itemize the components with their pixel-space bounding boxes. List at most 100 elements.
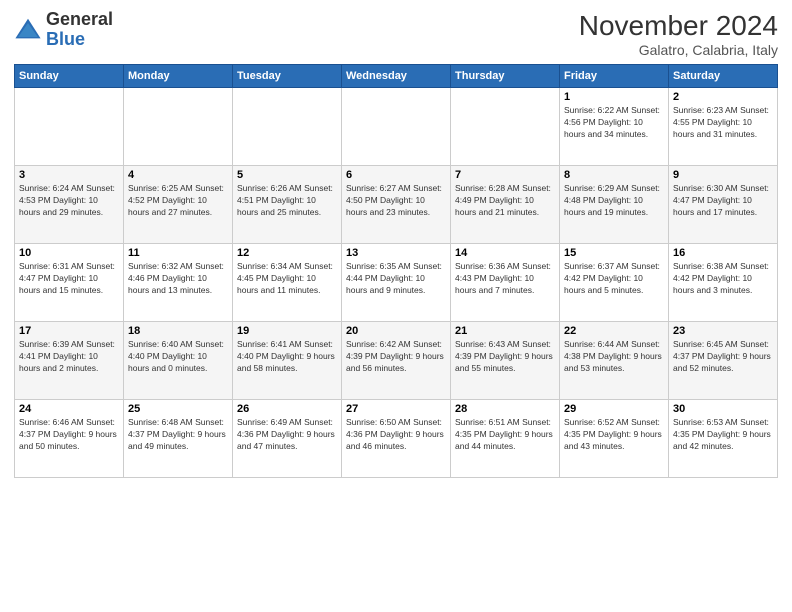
calendar-cell: 20Sunrise: 6:42 AM Sunset: 4:39 PM Dayli… (342, 322, 451, 400)
day-number: 21 (455, 325, 555, 337)
calendar-cell: 8 Sunrise: 6:29 AM Sunset: 4:48 PM Daylig… (560, 166, 669, 244)
calendar-cell: 29 Sunrise: 6:52 AM Sunset: 4:35 PM Dayli… (560, 400, 669, 478)
day-number: 6 (346, 169, 446, 181)
weekday-header: Thursday (451, 65, 560, 88)
day-number: 30 (673, 403, 773, 415)
header: General Blue November 2024 Galatro, Cala… (14, 10, 778, 58)
month-title: November 2024 (579, 10, 778, 42)
day-number: 1 (564, 91, 664, 103)
day-number: 19 (237, 325, 337, 337)
day-info: Sunrise: 6:49 AM Sunset: 4:36 PM Dayligh… (237, 417, 337, 453)
day-info: Sunrise: 6:22 AM Sunset: 4:56 PM Dayligh… (564, 105, 664, 141)
day-info: Sunrise: 6:27 AM Sunset: 4:50 PM Dayligh… (346, 183, 446, 219)
logo-general: General (46, 9, 113, 29)
day-info: Sunrise: 6:51 AM Sunset: 4:35 PM Dayligh… (455, 417, 555, 453)
calendar-cell: 1 Sunrise: 6:22 AM Sunset: 4:56 PM Daylig… (560, 88, 669, 166)
day-info: Sunrise: 6:36 AM Sunset: 4:43 PM Dayligh… (455, 261, 555, 297)
day-number: 23 (673, 325, 773, 337)
title-area: November 2024 Galatro, Calabria, Italy (579, 10, 778, 58)
day-number: 7 (455, 169, 555, 181)
calendar-cell (342, 88, 451, 166)
calendar-cell: 16 Sunrise: 6:38 AM Sunset: 4:42 PM Dayli… (669, 244, 778, 322)
calendar-cell: 6 Sunrise: 6:27 AM Sunset: 4:50 PM Daylig… (342, 166, 451, 244)
day-number: 27 (346, 403, 446, 415)
day-number: 14 (455, 247, 555, 259)
logo-icon (14, 16, 42, 44)
day-info: Sunrise: 6:32 AM Sunset: 4:46 PM Dayligh… (128, 261, 228, 297)
calendar-cell: 21 Sunrise: 6:43 AM Sunset: 4:39 PM Dayli… (451, 322, 560, 400)
calendar-cell: 15 Sunrise: 6:37 AM Sunset: 4:42 PM Dayli… (560, 244, 669, 322)
calendar-cell: 26 Sunrise: 6:49 AM Sunset: 4:36 PM Dayli… (233, 400, 342, 478)
weekday-header: Sunday (15, 65, 124, 88)
day-info: Sunrise: 6:40 AM Sunset: 4:40 PM Dayligh… (128, 339, 228, 375)
calendar-cell: 30 Sunrise: 6:53 AM Sunset: 4:35 PM Dayli… (669, 400, 778, 478)
day-number: 28 (455, 403, 555, 415)
day-number: 15 (564, 247, 664, 259)
calendar-week-row: 24 Sunrise: 6:46 AM Sunset: 4:37 PM Dayli… (15, 400, 778, 478)
day-info: Sunrise: 6:53 AM Sunset: 4:35 PM Dayligh… (673, 417, 773, 453)
logo-blue: Blue (46, 29, 85, 49)
calendar-cell: 4Sunrise: 6:25 AM Sunset: 4:52 PM Daylig… (124, 166, 233, 244)
location: Galatro, Calabria, Italy (579, 42, 778, 58)
day-info: Sunrise: 6:42 AM Sunset: 4:39 PM Dayligh… (346, 339, 446, 375)
calendar-cell: 2 Sunrise: 6:23 AM Sunset: 4:55 PM Daylig… (669, 88, 778, 166)
day-number: 3 (19, 169, 119, 181)
weekday-header: Wednesday (342, 65, 451, 88)
day-info: Sunrise: 6:52 AM Sunset: 4:35 PM Dayligh… (564, 417, 664, 453)
day-info: Sunrise: 6:37 AM Sunset: 4:42 PM Dayligh… (564, 261, 664, 297)
calendar-cell: 10Sunrise: 6:31 AM Sunset: 4:47 PM Dayli… (15, 244, 124, 322)
day-info: Sunrise: 6:44 AM Sunset: 4:38 PM Dayligh… (564, 339, 664, 375)
weekday-header: Tuesday (233, 65, 342, 88)
day-number: 9 (673, 169, 773, 181)
day-info: Sunrise: 6:29 AM Sunset: 4:48 PM Dayligh… (564, 183, 664, 219)
calendar-cell: 14 Sunrise: 6:36 AM Sunset: 4:43 PM Dayli… (451, 244, 560, 322)
day-info: Sunrise: 6:34 AM Sunset: 4:45 PM Dayligh… (237, 261, 337, 297)
calendar-cell: 7 Sunrise: 6:28 AM Sunset: 4:49 PM Daylig… (451, 166, 560, 244)
weekday-header: Saturday (669, 65, 778, 88)
logo-text: General Blue (46, 10, 113, 50)
calendar-week-row: 1 Sunrise: 6:22 AM Sunset: 4:56 PM Daylig… (15, 88, 778, 166)
calendar-cell: 9 Sunrise: 6:30 AM Sunset: 4:47 PM Daylig… (669, 166, 778, 244)
day-number: 29 (564, 403, 664, 415)
header-row: SundayMondayTuesdayWednesdayThursdayFrid… (15, 65, 778, 88)
calendar-table: SundayMondayTuesdayWednesdayThursdayFrid… (14, 64, 778, 478)
day-info: Sunrise: 6:46 AM Sunset: 4:37 PM Dayligh… (19, 417, 119, 453)
calendar-cell: 13 Sunrise: 6:35 AM Sunset: 4:44 PM Dayli… (342, 244, 451, 322)
day-info: Sunrise: 6:23 AM Sunset: 4:55 PM Dayligh… (673, 105, 773, 141)
day-info: Sunrise: 6:24 AM Sunset: 4:53 PM Dayligh… (19, 183, 119, 219)
day-info: Sunrise: 6:50 AM Sunset: 4:36 PM Dayligh… (346, 417, 446, 453)
day-info: Sunrise: 6:48 AM Sunset: 4:37 PM Dayligh… (128, 417, 228, 453)
day-number: 25 (128, 403, 228, 415)
day-number: 13 (346, 247, 446, 259)
calendar-cell (233, 88, 342, 166)
day-info: Sunrise: 6:35 AM Sunset: 4:44 PM Dayligh… (346, 261, 446, 297)
day-info: Sunrise: 6:43 AM Sunset: 4:39 PM Dayligh… (455, 339, 555, 375)
day-info: Sunrise: 6:31 AM Sunset: 4:47 PM Dayligh… (19, 261, 119, 297)
day-number: 12 (237, 247, 337, 259)
weekday-header: Friday (560, 65, 669, 88)
calendar-cell: 27 Sunrise: 6:50 AM Sunset: 4:36 PM Dayli… (342, 400, 451, 478)
day-info: Sunrise: 6:39 AM Sunset: 4:41 PM Dayligh… (19, 339, 119, 375)
logo: General Blue (14, 10, 113, 50)
day-number: 2 (673, 91, 773, 103)
day-info: Sunrise: 6:38 AM Sunset: 4:42 PM Dayligh… (673, 261, 773, 297)
calendar-cell: 11 Sunrise: 6:32 AM Sunset: 4:46 PM Dayli… (124, 244, 233, 322)
calendar-cell: 12 Sunrise: 6:34 AM Sunset: 4:45 PM Dayli… (233, 244, 342, 322)
calendar-cell: 18Sunrise: 6:40 AM Sunset: 4:40 PM Dayli… (124, 322, 233, 400)
day-number: 16 (673, 247, 773, 259)
day-number: 4 (128, 169, 228, 181)
day-number: 8 (564, 169, 664, 181)
calendar-cell: 28 Sunrise: 6:51 AM Sunset: 4:35 PM Dayli… (451, 400, 560, 478)
calendar-cell: 5Sunrise: 6:26 AM Sunset: 4:51 PM Daylig… (233, 166, 342, 244)
day-info: Sunrise: 6:26 AM Sunset: 4:51 PM Dayligh… (237, 183, 337, 219)
calendar-cell: 3 Sunrise: 6:24 AM Sunset: 4:53 PM Daylig… (15, 166, 124, 244)
day-number: 26 (237, 403, 337, 415)
calendar-cell: 23Sunrise: 6:45 AM Sunset: 4:37 PM Dayli… (669, 322, 778, 400)
day-number: 24 (19, 403, 119, 415)
calendar-cell (15, 88, 124, 166)
main-container: General Blue November 2024 Galatro, Cala… (0, 0, 792, 488)
calendar-cell (451, 88, 560, 166)
day-info: Sunrise: 6:30 AM Sunset: 4:47 PM Dayligh… (673, 183, 773, 219)
day-info: Sunrise: 6:28 AM Sunset: 4:49 PM Dayligh… (455, 183, 555, 219)
day-number: 11 (128, 247, 228, 259)
